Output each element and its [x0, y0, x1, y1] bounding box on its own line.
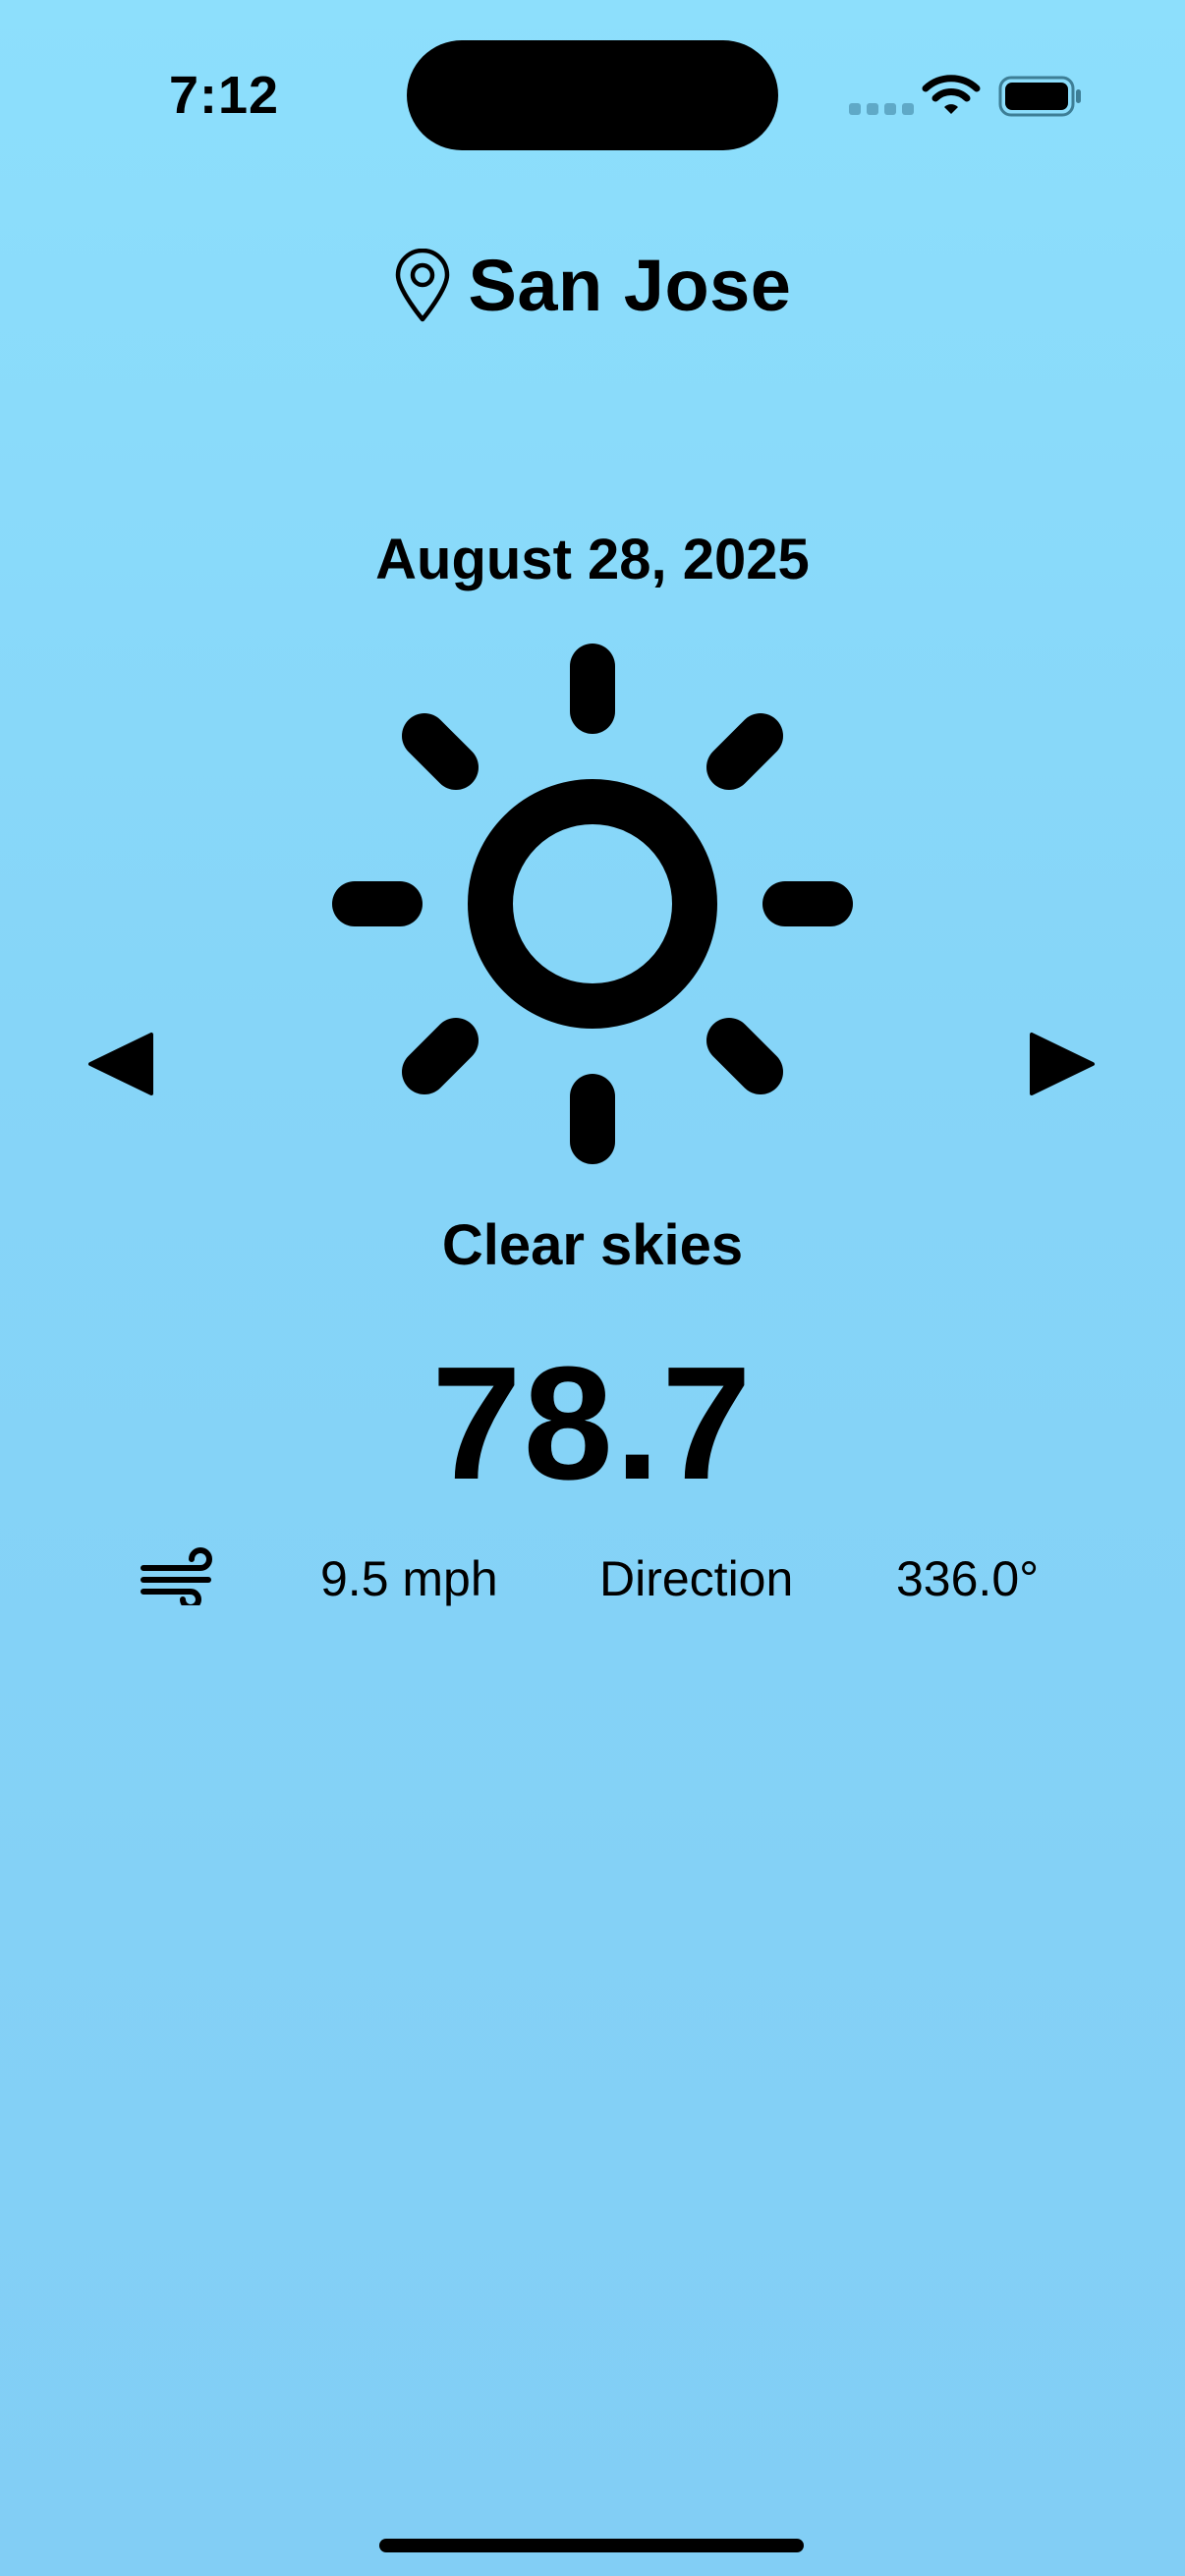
wifi-icon — [922, 75, 981, 114]
map-pin-icon — [395, 248, 449, 321]
next-day-button[interactable] — [1028, 1032, 1097, 1096]
cellular-signal-icon — [849, 103, 914, 115]
dynamic-island — [407, 40, 778, 150]
home-indicator[interactable] — [379, 2539, 804, 2552]
forecast-date: August 28, 2025 — [375, 528, 810, 591]
location-name: San Jose — [468, 245, 792, 326]
battery-icon — [998, 76, 1081, 117]
temperature-value: 78.7 — [431, 1333, 754, 1513]
sun-icon — [332, 644, 853, 1164]
location-header: San Jose — [0, 244, 1185, 327]
weather-condition: Clear skies — [441, 1213, 744, 1277]
status-bar-time: 7:12 — [169, 66, 280, 125]
wind-icon — [141, 1547, 212, 1605]
wind-speed: 9.5 mph — [320, 1551, 498, 1606]
wind-direction-label: Direction — [599, 1551, 794, 1606]
previous-day-button[interactable] — [86, 1032, 155, 1096]
wind-direction-value: 336.0° — [896, 1551, 1040, 1606]
